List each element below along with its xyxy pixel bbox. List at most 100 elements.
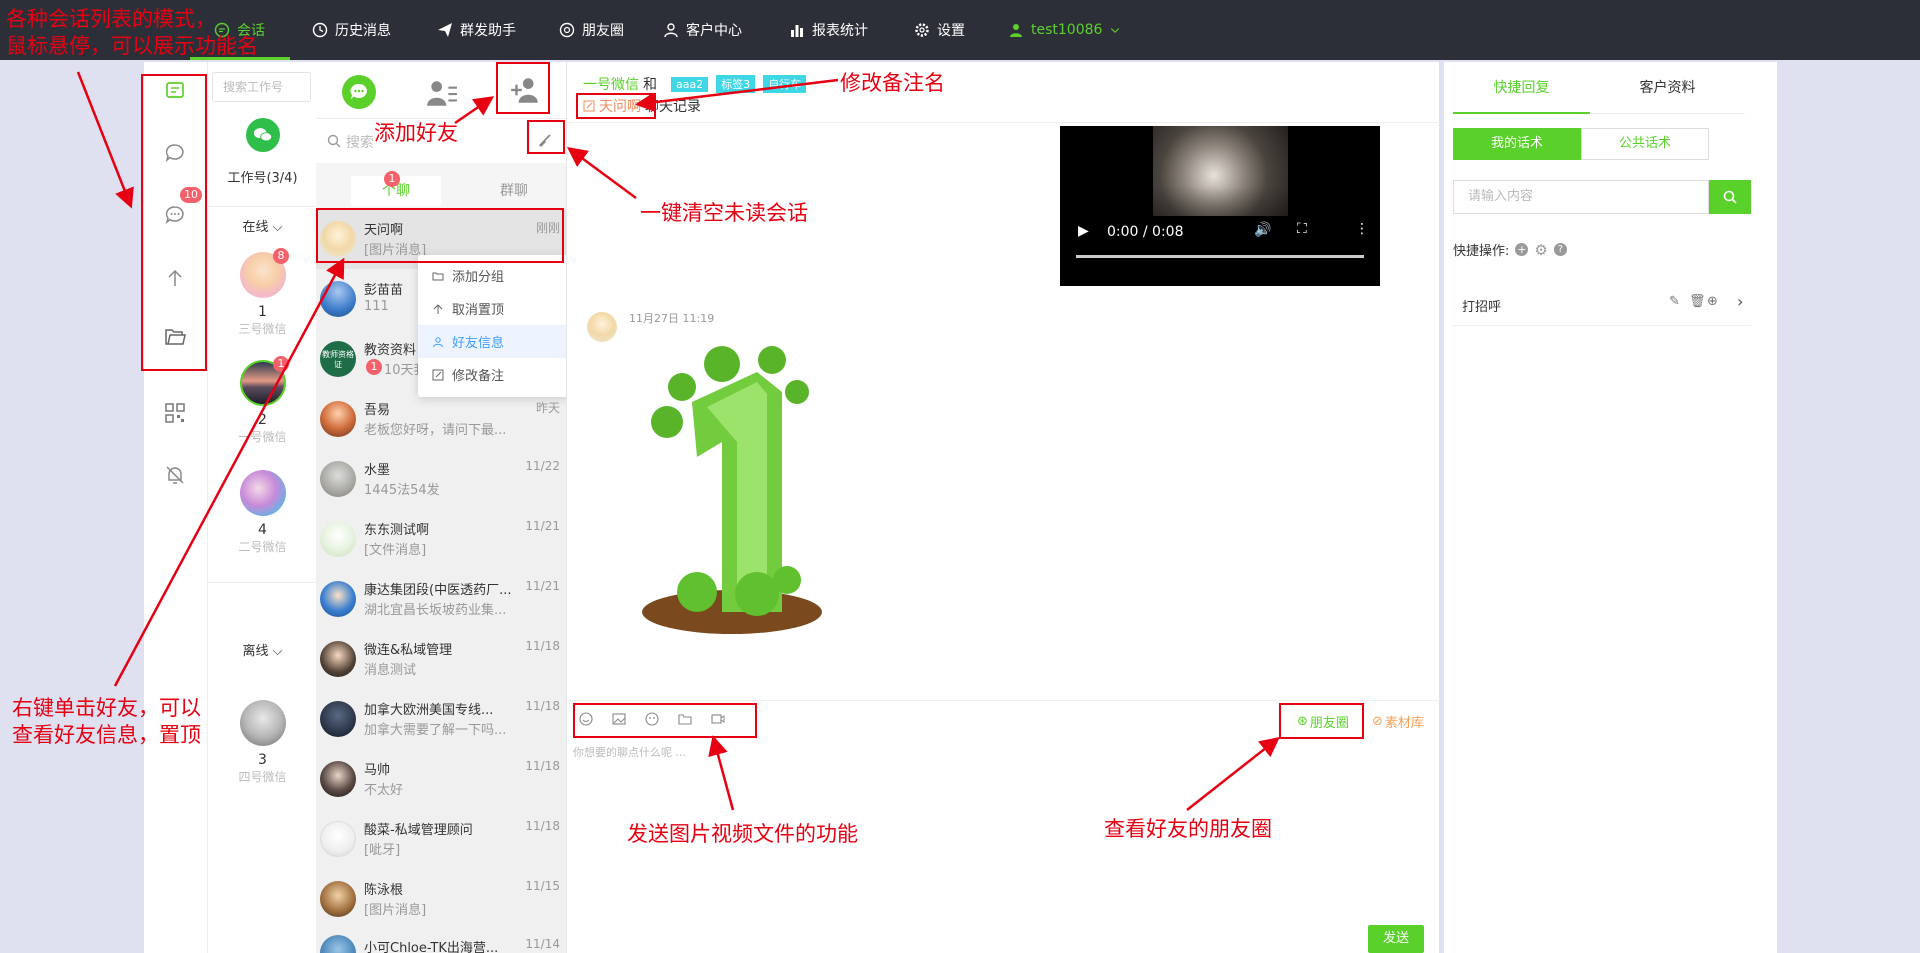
- tab-public-scripts[interactable]: 公共话术: [1581, 128, 1709, 160]
- online-group-toggle[interactable]: 在线 ⌵: [208, 207, 317, 249]
- unread-badge: 1: [366, 359, 382, 375]
- account-item[interactable]: 2 一号微信: [208, 360, 317, 445]
- script-group-row[interactable]: 打招呼 ✎ 🗑 ⊕ ›: [1453, 284, 1751, 326]
- menu-edit-remark-label: 修改备注: [452, 369, 505, 384]
- fullscreen-icon[interactable]: ⛶: [1297, 221, 1307, 237]
- contact-name: 酸菜-私域管理顾问: [364, 823, 473, 838]
- rail-mute[interactable]: [162, 462, 188, 488]
- list-item[interactable]: 康达集团段(中医透药厂... 湖北宜昌长坂坡药业集... 11/21: [316, 569, 566, 629]
- plus-circle-icon[interactable]: +: [1515, 243, 1529, 256]
- menu-friend-info[interactable]: 好友信息: [418, 325, 568, 358]
- volume-icon[interactable]: 🔊: [1254, 222, 1271, 238]
- divider: [208, 582, 317, 583]
- account-label: 四号微信: [238, 770, 287, 784]
- contact-preview: 不太好: [364, 783, 404, 798]
- nav-history[interactable]: 历史消息: [312, 0, 391, 60]
- annotation-box: [316, 208, 564, 263]
- nav-user-menu[interactable]: test10086: [1008, 0, 1121, 60]
- menu-add-group[interactable]: 添加分组: [418, 259, 568, 292]
- tab-my-scripts[interactable]: 我的话术: [1453, 128, 1581, 160]
- contact-search-input[interactable]: 搜索: [346, 132, 374, 152]
- chevron-down-icon: [1111, 28, 1120, 34]
- plus-circle-icon[interactable]: ⊕: [1707, 294, 1718, 309]
- account-search-input[interactable]: 搜索工作号: [212, 72, 311, 102]
- account-item[interactable]: 4 二号微信: [208, 470, 317, 555]
- list-item[interactable]: 马帅 不太好 11/18: [316, 749, 566, 809]
- account-badge: 1: [273, 356, 289, 372]
- annotation-box: [576, 93, 656, 119]
- annotation-box: [496, 62, 550, 114]
- rail-qrcode[interactable]: [162, 400, 188, 426]
- menu-edit-remark[interactable]: 修改备注: [418, 358, 568, 391]
- list-item[interactable]: 吾易 老板您好呀，请问下最... 昨天: [316, 389, 566, 449]
- nav-broadcast[interactable]: 群发助手: [437, 0, 516, 60]
- message-input[interactable]: 你想要的聊点什么呢 ...: [573, 744, 686, 760]
- user-icon: [433, 336, 443, 347]
- chat-mode-icon[interactable]: [342, 75, 376, 109]
- search-icon: [327, 134, 341, 148]
- tab-group-chat[interactable]: 群聊: [469, 176, 559, 206]
- send-button[interactable]: 发送: [1368, 925, 1424, 953]
- list-item[interactable]: 水墨 1445法54发 11/22: [316, 449, 566, 509]
- menu-unpin[interactable]: 取消置顶: [418, 292, 568, 325]
- account-item[interactable]: 3 四号微信: [208, 638, 317, 785]
- tab-customer-info[interactable]: 客户资料: [1590, 62, 1745, 114]
- contact-time: 11/14: [525, 937, 560, 951]
- contact-name: 康达集团段(中医透药厂...: [364, 583, 512, 598]
- wechat-logo-icon: [246, 118, 280, 152]
- message-time: 11月27日 11:19: [629, 312, 715, 325]
- more-vertical-icon[interactable]: ⋮: [1355, 221, 1369, 237]
- play-icon[interactable]: ▶: [1078, 223, 1089, 239]
- list-item[interactable]: 加拿大欧洲美国专线... 加拿大需要了解一下吗... 11/18: [316, 689, 566, 749]
- nav-reports-label: 报表统计: [812, 23, 868, 39]
- list-item[interactable]: 小可Chloe-TK出海营... 11/14: [316, 929, 566, 953]
- tab-group-label: 群聊: [500, 183, 528, 199]
- edit-icon[interactable]: ✎: [1669, 294, 1680, 309]
- contact-list-icon[interactable]: [426, 77, 458, 113]
- chat-dots-icon: [350, 83, 367, 99]
- contact-preview: 1445法54发: [364, 483, 440, 498]
- gear-icon[interactable]: ⚙: [1534, 241, 1547, 259]
- contact-preview: 老板您好呀，请问下最...: [364, 423, 507, 438]
- video-message[interactable]: ▶ 0:00 / 0:08 🔊 ⛶ ⋮: [1060, 126, 1380, 286]
- nav-customer[interactable]: 客户中心: [663, 0, 742, 60]
- nav-moments[interactable]: 朋友圈: [559, 0, 624, 60]
- annotation-text: 添加好友: [374, 121, 458, 145]
- nav-reports[interactable]: 报表统计: [789, 0, 868, 60]
- tab-private-badge: 1: [384, 171, 400, 187]
- account-num: 4: [258, 522, 267, 538]
- account-item[interactable]: 1 三号微信: [208, 252, 317, 337]
- chevron-right-icon[interactable]: ›: [1737, 292, 1743, 311]
- nav-settings-label: 设置: [937, 23, 965, 39]
- material-button[interactable]: ⊘ 素材库: [1372, 712, 1424, 731]
- script-search-input[interactable]: 请输入内容: [1453, 180, 1709, 214]
- gear-icon: [915, 23, 929, 37]
- avatar: [320, 401, 356, 437]
- contact-time: 11/15: [525, 879, 560, 893]
- script-group-name: 打招呼: [1462, 300, 1502, 315]
- help-icon[interactable]: ?: [1553, 243, 1567, 256]
- annotation-box: [141, 74, 207, 371]
- nav-settings[interactable]: 设置: [914, 0, 965, 60]
- contact-name: 吾易: [364, 403, 391, 418]
- list-item[interactable]: 微连&私域管理 消息测试 11/18: [316, 629, 566, 689]
- contact-name: 加拿大欧洲美国专线...: [364, 703, 494, 718]
- tab-quick-reply[interactable]: 快捷回复: [1453, 62, 1590, 114]
- list-item[interactable]: 陈泳根 [图片消息] 11/15: [316, 869, 566, 929]
- annotation-line: 鼠标悬停，可以展示功能名: [6, 34, 258, 58]
- list-item[interactable]: 东东测试啊 [文件消息] 11/21: [316, 509, 566, 569]
- account-label: 二号微信: [238, 540, 287, 554]
- trash-icon[interactable]: 🗑: [1689, 294, 1706, 309]
- search-icon: [1723, 190, 1737, 204]
- contact-preview: [图片消息]: [364, 903, 427, 918]
- avatar: [320, 581, 356, 617]
- account-num: 3: [258, 752, 267, 768]
- avatar: [320, 521, 356, 557]
- script-search-button[interactable]: [1709, 180, 1751, 214]
- list-item[interactable]: 酸菜-私域管理顾问 [呲牙] 11/18: [316, 809, 566, 869]
- contact-time: 11/21: [525, 579, 560, 593]
- annotation-text: 查看好友的朋友圈: [1104, 817, 1272, 841]
- video-progress[interactable]: [1076, 255, 1364, 258]
- nav-customer-label: 客户中心: [686, 23, 742, 39]
- avatar: [239, 700, 286, 746]
